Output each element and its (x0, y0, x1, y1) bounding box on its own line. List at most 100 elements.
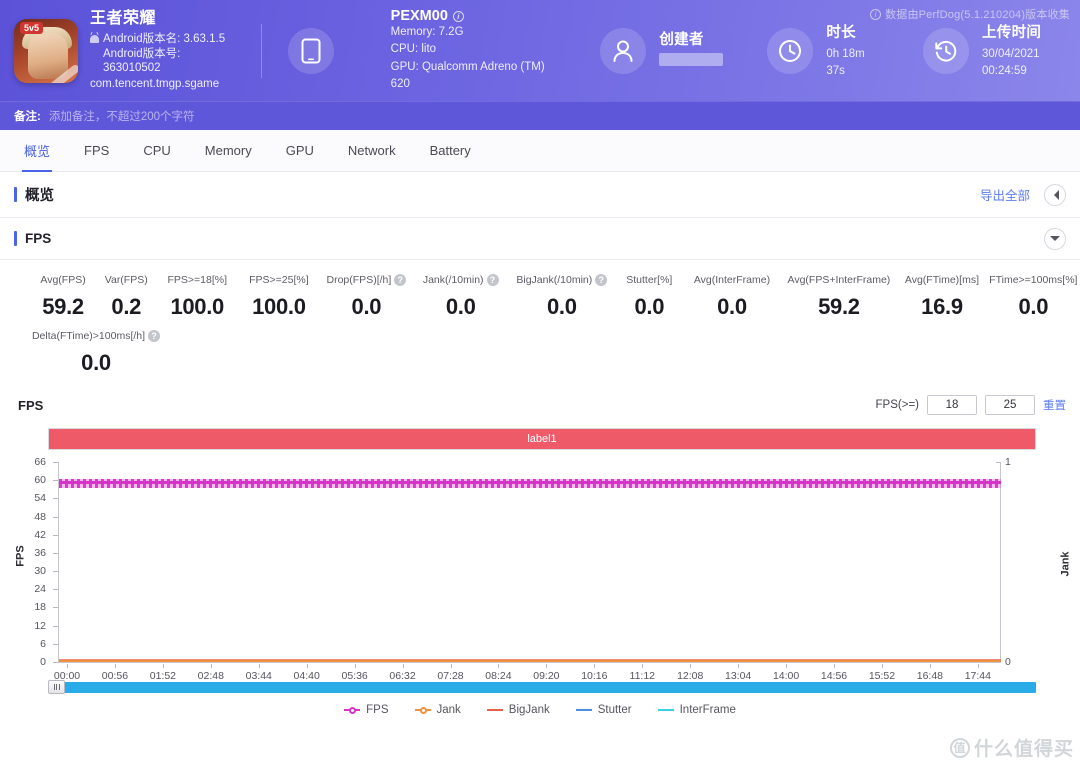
app-header: i 数据由PerfDog(5.1.210204)版本收集 5v5 王者荣耀 An… (0, 0, 1080, 101)
metric-value-0: 59.2 (42, 294, 84, 319)
metric-1: Var(FPS) 0.2 (96, 274, 156, 320)
device-info-block: PEXM00 i Memory: 7.2G CPU: lito GPU: Qua… (287, 8, 555, 93)
upload-time-label: 上传时间 (981, 24, 1042, 41)
tab-memory[interactable]: Memory (189, 130, 268, 172)
device-cpu: CPU: lito (390, 43, 437, 56)
metric-label-1: Var(FPS) (104, 274, 148, 286)
chart-toolbar: FPS FPS(>=) 18 25 重置 (0, 392, 1080, 418)
series-fps-line (59, 480, 1001, 484)
android-icon (90, 35, 99, 44)
plot-area[interactable]: FPS Jank 0 6 12 18 24 30 36 42 48 54 60 66 01 00:00… (0, 456, 1080, 682)
clock-icon (767, 27, 814, 74)
perfdog-version-note: i 数据由PerfDog(5.1.210204)版本收集 (870, 6, 1070, 22)
chevron-down-icon[interactable] (1044, 227, 1066, 250)
duration-value: 0h 18m 37s (826, 47, 865, 77)
user-icon (600, 27, 647, 74)
threshold-high-input[interactable]: 25 (985, 395, 1035, 415)
metric-value-6: 0.0 (546, 294, 577, 319)
redacted-creator-name (659, 53, 724, 67)
phone-icon (287, 27, 334, 74)
y-tick-label: 18 (34, 601, 46, 614)
metric-value-7: 0.0 (634, 294, 665, 319)
device-model: PEXM00 (390, 8, 448, 24)
note-input-placeholder[interactable]: 添加备注，不超过200个字符 (49, 108, 195, 124)
fps-card-title: FPS (25, 231, 52, 246)
legend-item-stutter[interactable]: Stutter (575, 704, 632, 716)
label-band[interactable]: label1 (48, 428, 1036, 450)
y-tick-label: 66 (34, 456, 46, 468)
metric-value-1: 0.2 (111, 294, 142, 319)
fps-card-header: FPS (0, 218, 1080, 260)
metric-0: Avg(FPS) 59.2 (30, 274, 96, 320)
metric-value-3: 100.0 (252, 294, 306, 319)
tab-network[interactable]: Network (332, 130, 412, 172)
series-jank-line (59, 660, 1001, 662)
app-name: 王者荣耀 (90, 10, 157, 28)
fps-chart: FPS FPS(>=) 18 25 重置 label1 FPS Jank 061… (0, 392, 1080, 716)
device-memory: Memory: 7.2G (390, 26, 464, 38)
legend-swatch (486, 709, 503, 711)
y-tick-label: 12 (34, 619, 46, 632)
app-version-name: Android版本名: 3.63.1.5 (103, 33, 226, 46)
fps-metrics: Avg(FPS) 59.2 Var(FPS) 0.2 FPS>=18[%] 100.0 FP… (0, 260, 1080, 378)
metric-value-5: 0.0 (445, 294, 476, 319)
legend-swatch (414, 706, 431, 714)
metric-value-11: 0.0 (1018, 294, 1049, 319)
legend-item-fps[interactable]: FPS (344, 704, 389, 716)
app-info-block: 5v5 王者荣耀 Android版本名: 3.63.1.5 Android版本号… (14, 9, 231, 92)
tab-cpu[interactable]: CPU (127, 130, 186, 172)
game-app-icon: 5v5 (14, 18, 78, 83)
tab-overview[interactable]: 概览 (8, 130, 66, 172)
y-tick-label: 36 (34, 546, 46, 559)
threshold-low-input[interactable]: 18 (927, 395, 977, 415)
reset-thresholds-link[interactable]: 重置 (1043, 397, 1066, 413)
tab-fps[interactable]: FPS (68, 130, 125, 172)
metric-10: Avg(FTime)[ms] 16.9 (897, 274, 986, 320)
tab-gpu[interactable]: GPU (270, 130, 330, 172)
metric2-label-0: Delta(FTime)>100ms[/h]? (30, 330, 162, 342)
creator-value (659, 53, 724, 72)
tab-battery[interactable]: Battery (414, 130, 487, 172)
site-watermark: 值 什么值得买 (949, 734, 1074, 761)
chart-legend: FPS Jank BigJank Stutter InterFrame (0, 704, 1080, 716)
chart-timeline-scrollbar[interactable] (48, 680, 1036, 694)
threshold-label: FPS(>=) (875, 399, 919, 411)
duration-block: 时长 0h 18m 37s (767, 21, 881, 81)
scrollbar-handle[interactable] (48, 680, 65, 694)
help-icon[interactable]: ? (486, 274, 499, 286)
y-tick-label: 54 (34, 492, 46, 505)
header-divider (260, 23, 262, 78)
export-all-link[interactable]: 导出全部 (980, 185, 1030, 204)
help-icon[interactable]: ? (148, 330, 161, 342)
app-version-code: Android版本号: 363010502 (103, 47, 181, 74)
metric-value-9: 59.2 (818, 294, 860, 319)
metrics-row-secondary: Delta(FTime)>100ms[/h]? 0.0 (0, 330, 1080, 376)
metric-2: FPS>=18[%] 100.0 (156, 274, 238, 320)
scrollbar-track[interactable] (58, 682, 1036, 693)
help-icon[interactable]: ? (394, 274, 407, 286)
y-tick-label: 42 (34, 528, 46, 541)
metric-label-11: FTime>=100ms[%] (989, 274, 1078, 286)
metric-value-2: 100.0 (170, 294, 224, 319)
device-gpu: GPU: Qualcomm Adreno (TM) 620 (390, 60, 545, 90)
triangle-left-icon[interactable] (1044, 183, 1066, 206)
note-label: 备注: (14, 111, 41, 123)
chart-title: FPS (18, 397, 44, 413)
legend-item-interframe[interactable]: InterFrame (657, 704, 736, 716)
metrics-row-primary: Avg(FPS) 59.2 Var(FPS) 0.2 FPS>=18[%] 100.0 FP… (0, 274, 1080, 320)
app-version-code-row: Android版本号: 363010502 (90, 47, 231, 76)
duration-label: 时长 (826, 24, 856, 41)
legend-item-jank[interactable]: Jank (414, 704, 461, 716)
metric-6: BigJank(/10min)? 0.0 (508, 274, 615, 320)
app-version-name-row: Android版本名: 3.63.1.5 (90, 32, 231, 46)
metric-5: Jank(/10min)? 0.0 (413, 274, 508, 320)
help-icon[interactable]: ? (595, 274, 608, 286)
metric-value-8: 0.0 (717, 294, 747, 319)
metric-7: Stutter[%] 0.0 (615, 274, 683, 320)
note-bar[interactable]: 备注: 添加备注，不超过200个字符 (0, 101, 1080, 130)
legend-label: Stutter (597, 704, 632, 716)
legend-item-bigjank[interactable]: BigJank (486, 704, 550, 716)
device-info-icon[interactable]: i (452, 10, 464, 22)
legend-label: BigJank (508, 704, 550, 716)
legend-label: FPS (366, 704, 389, 716)
